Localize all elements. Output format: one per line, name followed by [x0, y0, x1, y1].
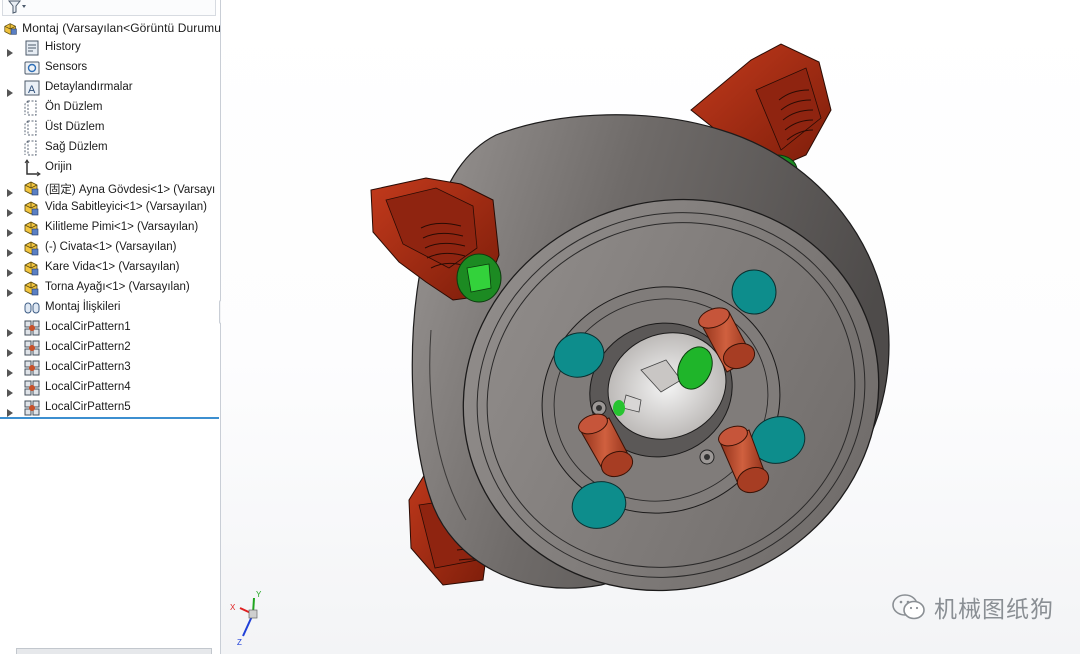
- tree-item[interactable]: A Detaylandırmalar: [0, 78, 220, 98]
- pattern-icon: [23, 359, 41, 377]
- tree-rollback-bar[interactable]: [0, 417, 219, 419]
- wechat-logo-icon: [892, 594, 925, 620]
- tree-root-assembly[interactable]: Montaj (Varsayılan<Görüntü Durumu: [0, 18, 221, 38]
- chuck-assembly-model[interactable]: [221, 0, 1080, 654]
- tree-item[interactable]: Kilitleme Pimi<1> (Varsayılan): [0, 218, 220, 238]
- tree-item-label: LocalCirPattern1: [45, 321, 131, 333]
- tree-filter-bar[interactable]: [2, 0, 216, 16]
- annotation-icon: A: [23, 79, 41, 97]
- tree-item-label: Sağ Düzlem: [45, 141, 108, 153]
- sensor-icon: [23, 59, 41, 77]
- tree-item[interactable]: Sağ Düzlem: [0, 138, 220, 158]
- tree-item-label: Torna Ayağı<1> (Varsayılan): [45, 281, 190, 293]
- expand-arrow-icon[interactable]: [7, 44, 13, 57]
- tree-item[interactable]: LocalCirPattern3: [0, 358, 220, 378]
- expand-arrow-icon[interactable]: [7, 204, 13, 217]
- tree-item-label: LocalCirPattern3: [45, 361, 131, 373]
- plane-icon: [23, 119, 41, 137]
- coordinate-triad[interactable]: X Y Z: [229, 588, 279, 648]
- tree-item[interactable]: History: [0, 38, 220, 58]
- jaw-left[interactable]: [370, 177, 502, 303]
- part-icon: [23, 279, 41, 297]
- tree-item-label: Sensors: [45, 61, 88, 73]
- expand-arrow-icon[interactable]: [7, 384, 13, 397]
- pattern-icon: [23, 399, 41, 417]
- expand-arrow-icon[interactable]: [7, 224, 13, 237]
- tree-item[interactable]: Montaj İlişkileri: [0, 298, 220, 318]
- tree-item[interactable]: Torna Ayağı<1> (Varsayılan): [0, 278, 220, 298]
- triad-x-label: X: [230, 603, 236, 612]
- part-icon: [23, 179, 41, 197]
- expand-arrow-icon[interactable]: [7, 184, 13, 197]
- tree-item[interactable]: LocalCirPattern5: [0, 398, 220, 418]
- tree-item-label: Üst Düzlem: [45, 121, 105, 133]
- tree-item[interactable]: Sensors: [0, 58, 220, 78]
- watermark: 机械图纸狗: [892, 591, 1054, 623]
- tree-item-label: LocalCirPattern2: [45, 341, 131, 353]
- pattern-icon: [23, 319, 41, 337]
- plane-icon: [23, 139, 41, 157]
- tree-item-label: History: [45, 41, 81, 53]
- part-icon: [23, 219, 41, 237]
- graphics-viewport[interactable]: X Y Z 机械图纸狗: [221, 0, 1080, 654]
- tree-item-label: Montaj İlişkileri: [45, 301, 121, 313]
- tree-item-label: Vida Sabitleyici<1> (Varsayılan): [45, 201, 207, 213]
- plane-icon: [23, 99, 41, 117]
- tree-horizontal-scrollbar[interactable]: [16, 648, 212, 654]
- tree-item[interactable]: Vida Sabitleyici<1> (Varsayılan): [0, 198, 220, 218]
- part-icon: [23, 199, 41, 217]
- tree-root-label: Montaj (Varsayılan<Görüntü Durumu: [22, 21, 221, 35]
- watermark-text: 机械图纸狗: [934, 597, 1054, 623]
- tree-item-label: LocalCirPattern5: [45, 401, 131, 413]
- part-icon: [23, 259, 41, 277]
- tree-item[interactable]: Ön Düzlem: [0, 98, 220, 118]
- feature-manager-tree: Montaj (Varsayılan<Görüntü Durumu Histor…: [0, 0, 221, 654]
- assembly-icon: [4, 22, 17, 35]
- tree-item-label: Orijin: [45, 161, 72, 173]
- expand-arrow-icon[interactable]: [7, 364, 13, 377]
- tree-item-label: LocalCirPattern4: [45, 381, 131, 393]
- part-icon: [23, 239, 41, 257]
- tree-item-label: Kilitleme Pimi<1> (Varsayılan): [45, 221, 199, 233]
- origin-icon: [23, 159, 41, 177]
- filter-icon[interactable]: [7, 0, 27, 15]
- tree-item-label: Kare Vida<1> (Varsayılan): [45, 261, 180, 273]
- triad-z-label: Z: [237, 638, 242, 647]
- expand-arrow-icon[interactable]: [7, 264, 13, 277]
- expand-arrow-icon[interactable]: [7, 404, 13, 417]
- pattern-icon: [23, 339, 41, 357]
- expand-arrow-icon[interactable]: [7, 84, 13, 97]
- tree-item[interactable]: LocalCirPattern1: [0, 318, 220, 338]
- history-icon: [23, 39, 41, 57]
- triad-y-label: Y: [256, 590, 262, 599]
- tree-item[interactable]: (固定) Ayna Gövdesi<1> (Varsayı: [0, 178, 220, 198]
- tree-item-label: (固定) Ayna Gövdesi<1> (Varsayı: [45, 184, 216, 196]
- tree-item[interactable]: Orijin: [0, 158, 220, 178]
- expand-arrow-icon[interactable]: [7, 324, 13, 337]
- tree-item-label: Detaylandırmalar: [45, 81, 133, 93]
- tree-item-label: Ön Düzlem: [45, 101, 103, 113]
- expand-arrow-icon[interactable]: [7, 284, 13, 297]
- mates-icon: [23, 299, 41, 317]
- expand-arrow-icon[interactable]: [7, 244, 13, 257]
- tree-item-label: (-) Civata<1> (Varsayılan): [45, 241, 177, 253]
- tree-item[interactable]: Kare Vida<1> (Varsayılan): [0, 258, 220, 278]
- tree-item[interactable]: LocalCirPattern4: [0, 378, 220, 398]
- svg-text:A: A: [28, 84, 36, 96]
- expand-arrow-icon[interactable]: [7, 344, 13, 357]
- pattern-icon: [23, 379, 41, 397]
- tree-item[interactable]: (-) Civata<1> (Varsayılan): [0, 238, 220, 258]
- tree-item[interactable]: Üst Düzlem: [0, 118, 220, 138]
- tree-item[interactable]: LocalCirPattern2: [0, 338, 220, 358]
